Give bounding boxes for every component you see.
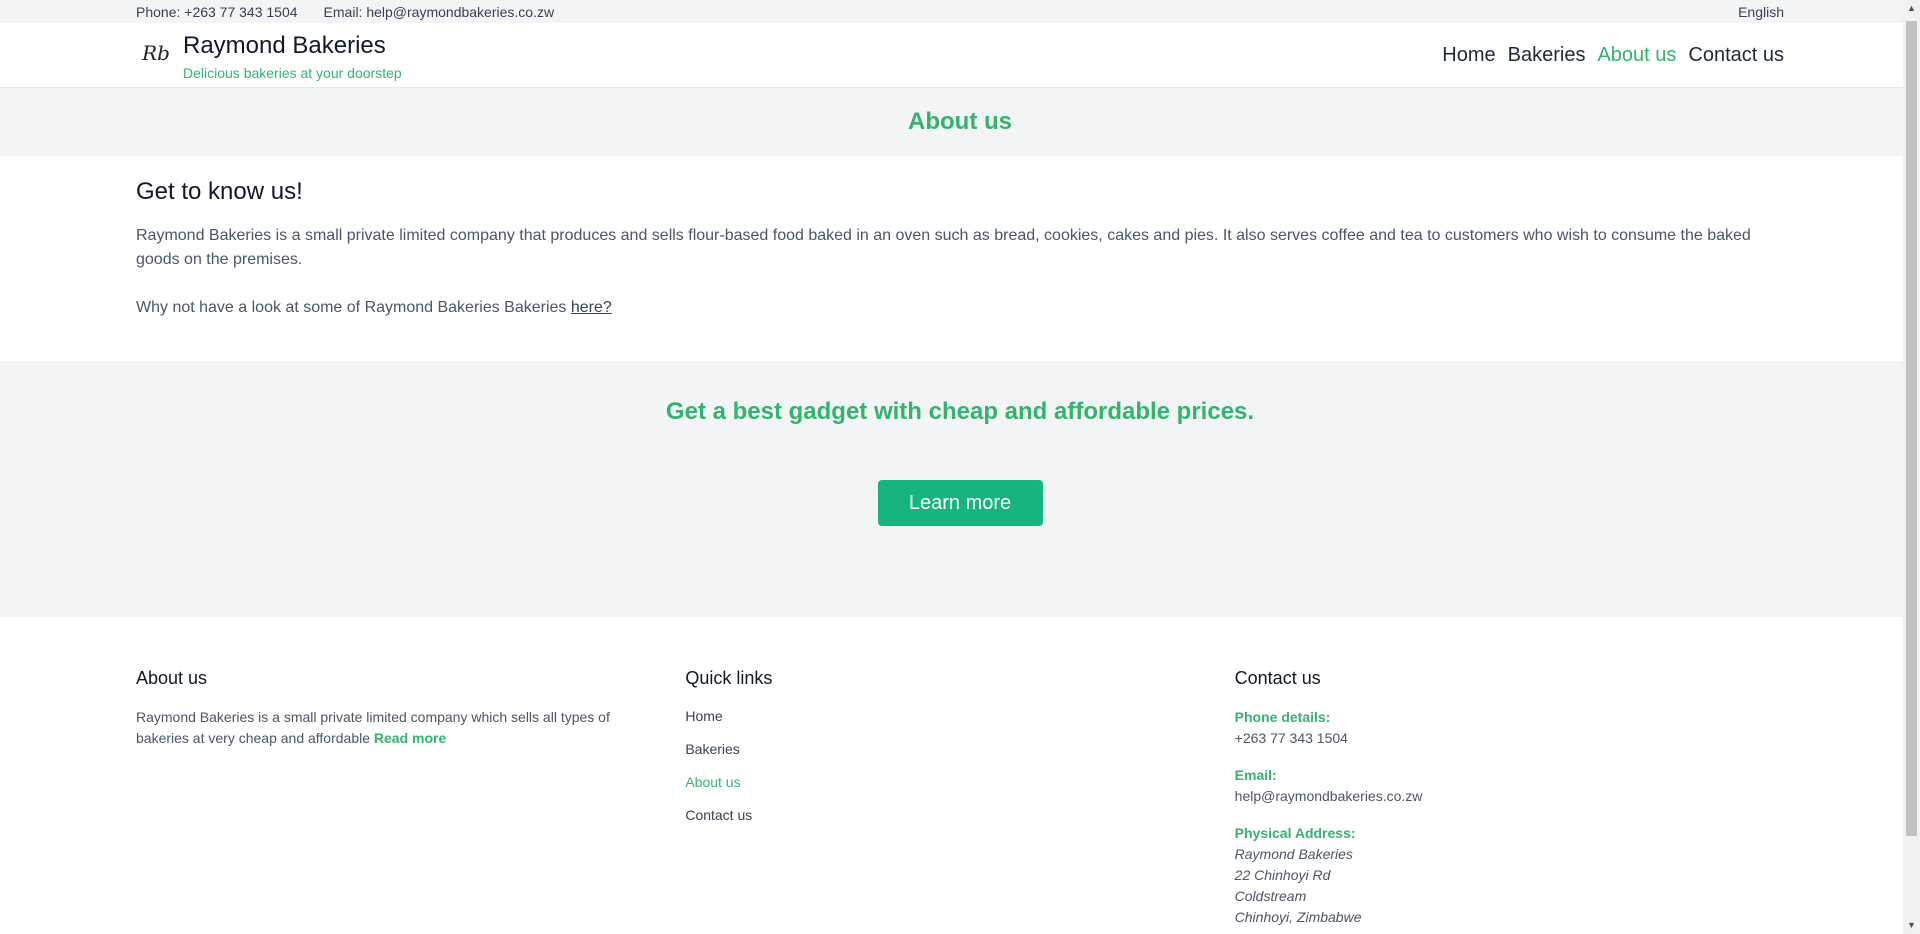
page-banner: About us [0,88,1920,156]
promo-heading: Get a best gadget with cheap and afforda… [665,398,1255,425]
nav-home[interactable]: Home [1442,44,1495,67]
footer-about: About us Raymond Bakeries is a small pri… [136,668,685,928]
phone-label: Phone details: [1234,709,1331,725]
phone-value: +263 77 343 1504 [1234,730,1348,746]
address-line: Chinhoyi, Zimbabwe [1234,909,1362,925]
nav-about-us[interactable]: About us [1597,44,1676,67]
promo-section: Get a best gadget with cheap and afforda… [0,361,1920,617]
brand-name: Raymond Bakeries [183,31,386,59]
about-heading: Get to know us! [136,178,303,205]
scroll-up-arrow-icon[interactable]: ▲ [1903,0,1920,17]
page-title: About us [908,108,1012,135]
about-section: Get to know us! Raymond Bakeries is a sm… [0,156,1920,361]
bakeries-link[interactable]: here? [571,299,612,316]
top-info-bar: Phone: +263 77 343 1504 Email: help@raym… [0,0,1920,23]
main-nav: Home Bakeries About us Contact us [1442,44,1784,67]
footer-link-bakeries[interactable]: Bakeries [685,740,1234,759]
footer-quick-links: Quick links Home Bakeries About us Conta… [685,668,1234,928]
footer-about-text: Raymond Bakeries is a small private limi… [136,707,616,749]
address-line: Raymond Bakeries [1234,846,1353,862]
quick-links-heading: Quick links [685,668,773,688]
brand-tagline: Delicious bakeries at your doorstep [183,64,402,81]
logo[interactable]: Rb [136,33,176,73]
site-footer: About us Raymond Bakeries is a small pri… [0,617,1920,928]
address-line: Coldstream [1234,888,1307,904]
address-label: Physical Address: [1234,825,1356,841]
scrollbar-thumb[interactable] [1906,21,1917,836]
footer-contact-heading: Contact us [1234,668,1321,688]
brand[interactable]: Rb Raymond Bakeries Delicious bakeries a… [136,31,402,81]
nav-contact-us[interactable]: Contact us [1688,44,1784,67]
nav-bakeries[interactable]: Bakeries [1508,44,1586,67]
topbar-email: Email: help@raymondbakeries.co.zw [323,3,555,20]
about-prompt: Why not have a look at some of Raymond B… [136,296,1784,320]
language-selector[interactable]: English [1738,4,1784,20]
email-label: Email: [1234,767,1277,783]
scroll-down-arrow-icon[interactable]: ▼ [1903,917,1920,934]
footer-link-contact-us[interactable]: Contact us [685,806,1234,825]
about-prompt-text: Why not have a look at some of Raymond B… [136,299,571,316]
email-value: help@raymondbakeries.co.zw [1234,788,1423,804]
site-header: Rb Raymond Bakeries Delicious bakeries a… [0,23,1920,88]
footer-link-home[interactable]: Home [685,707,1234,726]
address-line: 22 Chinhoyi Rd [1234,867,1331,883]
about-paragraph: Raymond Bakeries is a small private limi… [136,227,1751,268]
read-more-link[interactable]: Read more [374,730,446,746]
vertical-scrollbar[interactable]: ▲ ▼ [1903,0,1920,934]
footer-contact: Contact us Phone details: +263 77 343 15… [1235,668,1784,928]
learn-more-button[interactable]: Learn more [877,480,1043,526]
footer-link-about-us[interactable]: About us [685,773,1234,792]
footer-about-heading: About us [136,668,208,688]
topbar-phone: Phone: +263 77 343 1504 [136,3,298,20]
